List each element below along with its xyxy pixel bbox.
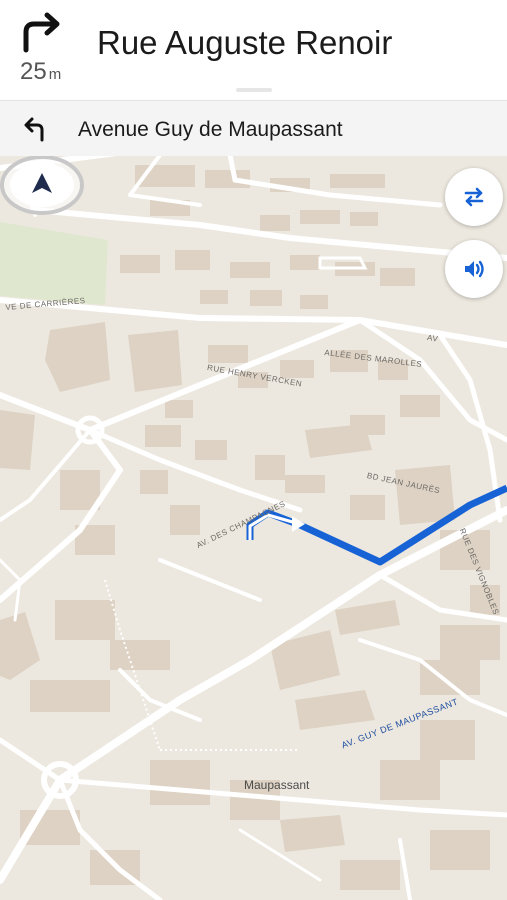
- route-options-icon: [464, 187, 484, 207]
- map-view[interactable]: VE DE CARRIÈRES ALLÉE DES MAROLLES RUE H…: [0, 155, 507, 900]
- next-instruction-street: Avenue Guy de Maupassant: [78, 118, 343, 141]
- current-position-marker: [0, 155, 84, 215]
- turn-right-icon: [23, 12, 60, 53]
- current-instruction-street: Rue Auguste Renoir: [97, 24, 393, 61]
- instruction-panel: 25 m Rue Auguste Renoir: [0, 0, 507, 100]
- sound-button[interactable]: [445, 240, 503, 298]
- next-instruction-bar[interactable]: Avenue Guy de Maupassant: [0, 100, 507, 156]
- speaker-icon: [465, 260, 484, 278]
- place-label: Maupassant: [244, 778, 310, 792]
- route-options-button[interactable]: [445, 168, 503, 226]
- street-label-av: AV: [426, 333, 439, 344]
- distance-to-maneuver: 25 m: [20, 58, 62, 85]
- turn-left-icon: [24, 117, 44, 142]
- panel-drag-handle[interactable]: [236, 88, 272, 92]
